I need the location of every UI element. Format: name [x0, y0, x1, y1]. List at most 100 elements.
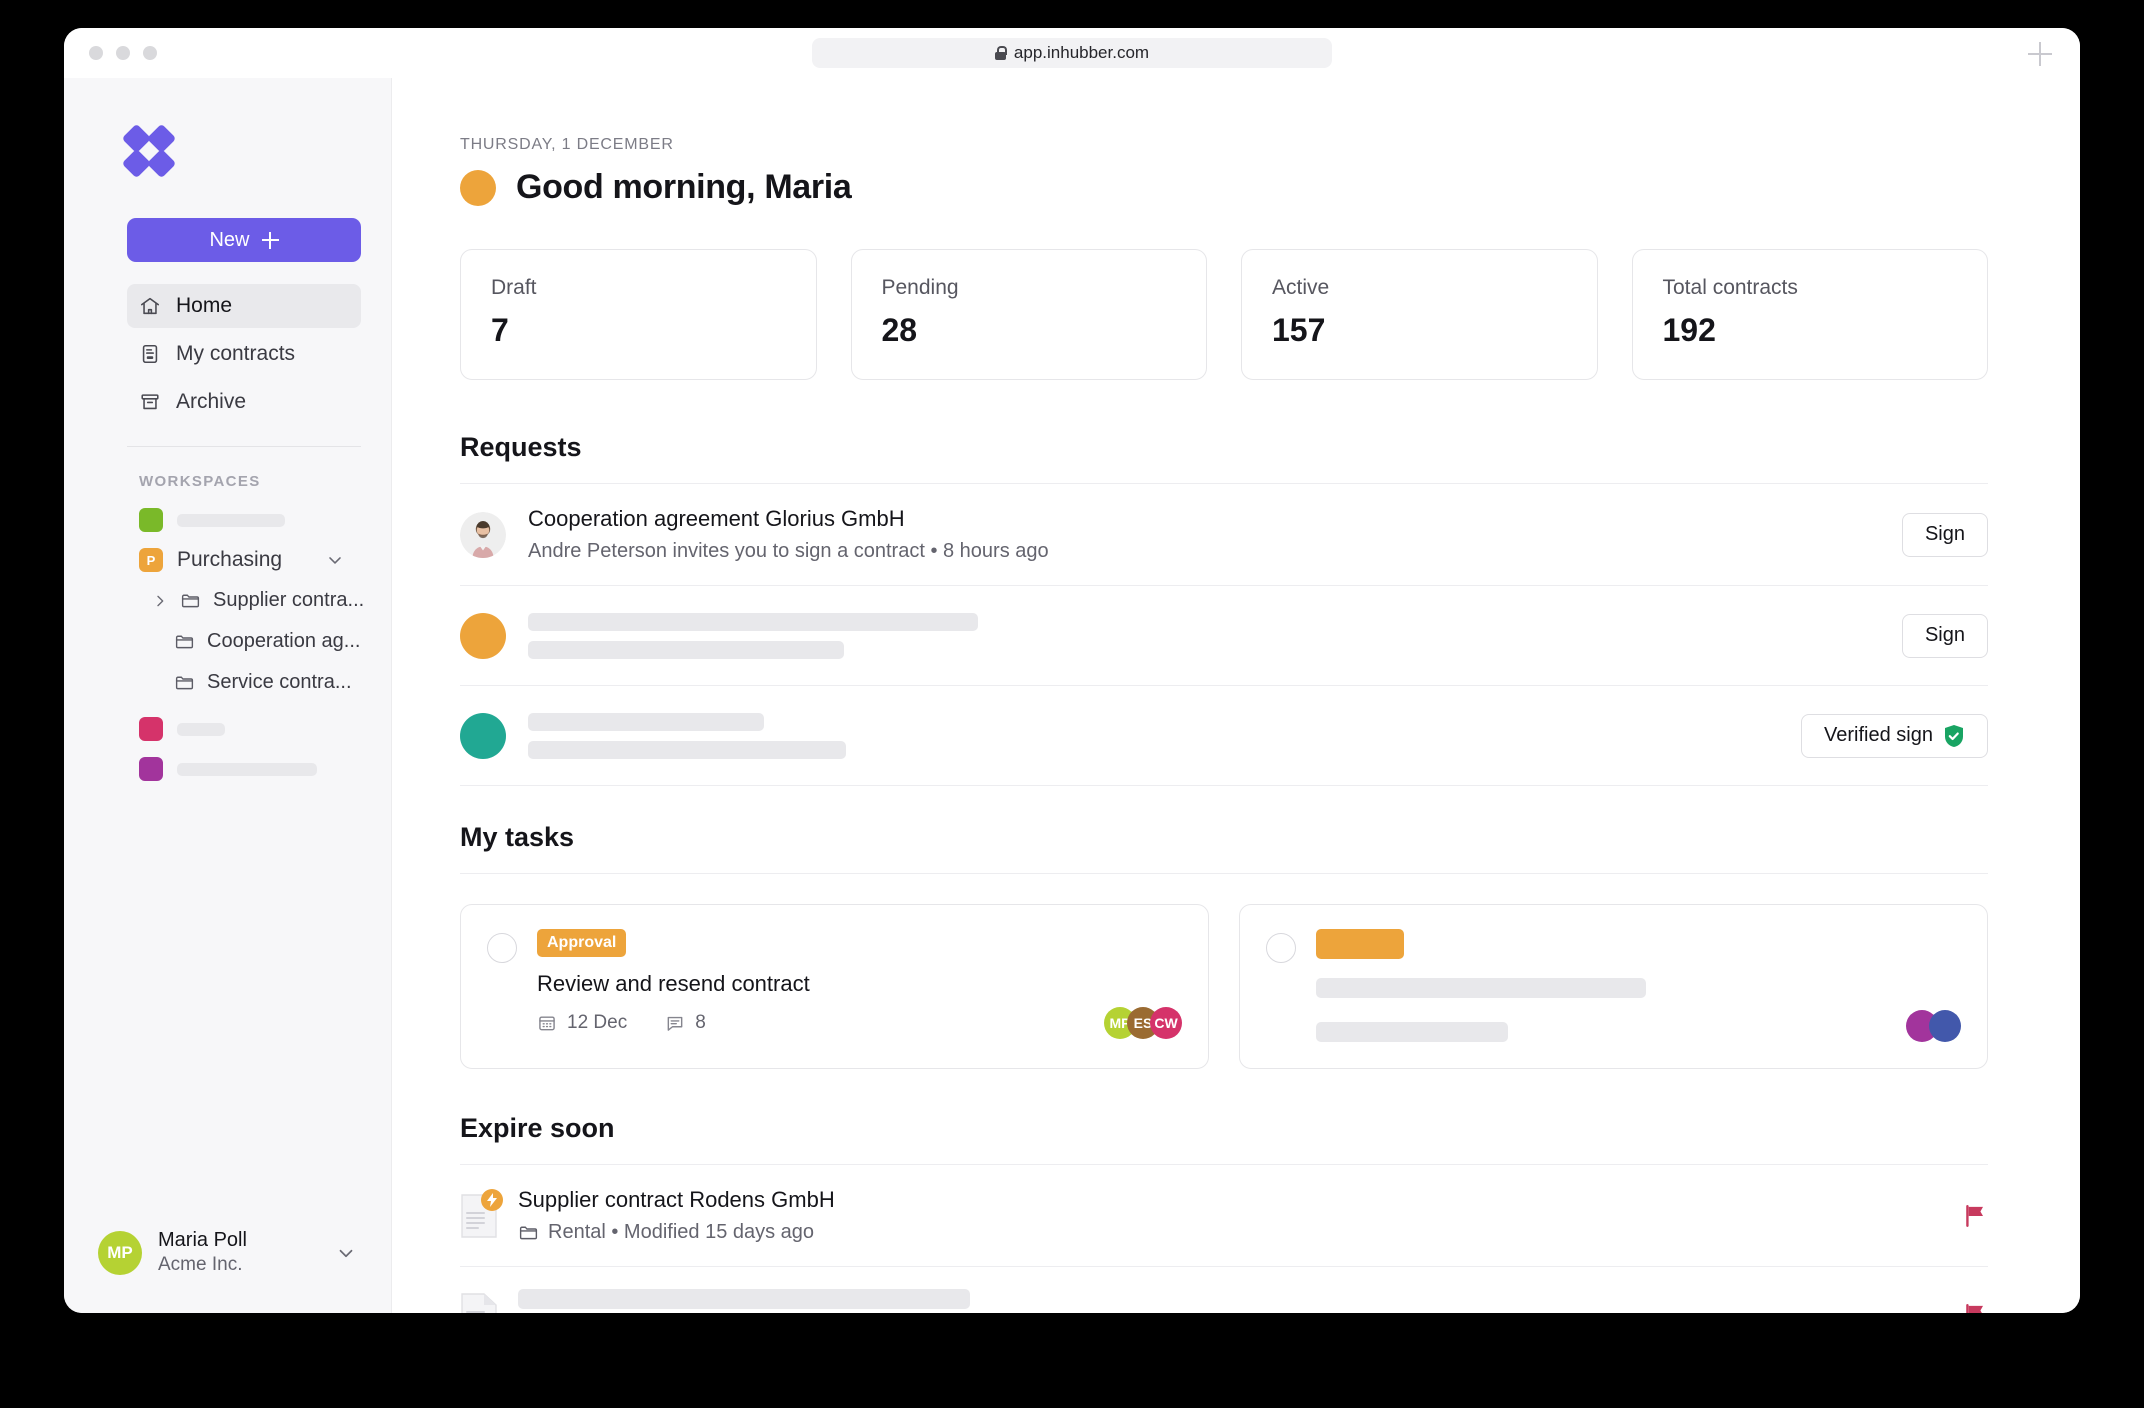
plus-icon: [261, 231, 279, 249]
request-texts: [528, 612, 1902, 659]
sidebar-item-archive[interactable]: Archive: [127, 380, 361, 424]
request-subtitle-placeholder: [528, 640, 844, 659]
stat-card-draft[interactable]: Draft 7: [460, 249, 817, 380]
new-tab-button[interactable]: [2028, 42, 2052, 66]
main-content: THURSDAY, 1 DECEMBER Good morning, Maria…: [392, 78, 2080, 1313]
document-icon: [139, 343, 161, 365]
folder-icon: [174, 631, 195, 652]
sidebar: New Home My contracts Archive WORKSPACES…: [64, 78, 392, 1313]
sidebar-item-label: Home: [176, 294, 233, 317]
folder-icon: [518, 1222, 539, 1243]
workspace-item-placeholder[interactable]: [64, 709, 391, 749]
stat-card-total-contracts[interactable]: Total contracts 192: [1631, 249, 1988, 380]
task-card[interactable]: [1239, 904, 1988, 1069]
page-title: Good morning, Maria: [516, 168, 852, 206]
workspace-item-placeholder[interactable]: [64, 500, 391, 540]
request-subtitle-placeholder: [528, 740, 846, 759]
stat-value: 192: [1662, 312, 1716, 348]
sign-button[interactable]: Sign: [1901, 512, 1988, 557]
stat-value: 157: [1272, 312, 1326, 348]
folder-icon: [180, 590, 201, 611]
verified-shield-icon: [1943, 724, 1965, 748]
home-icon: [139, 295, 161, 317]
sidebar-item-home[interactable]: Home: [127, 284, 361, 328]
maximize-window-button[interactable]: [143, 46, 157, 60]
stat-card-pending[interactable]: Pending 28: [850, 249, 1207, 380]
workspace-label-placeholder: [177, 722, 225, 736]
request-row[interactable]: Sign: [460, 586, 1988, 686]
sidebar-item-label: My contracts: [176, 342, 296, 365]
task-card[interactable]: Approval Review and resend contract 12 D…: [460, 904, 1209, 1069]
window-controls[interactable]: [89, 46, 157, 60]
task-title: Review and resend contract: [537, 971, 810, 996]
expire-title-placeholder: [518, 1289, 970, 1309]
comment-icon: [665, 1013, 685, 1033]
task-checkbox[interactable]: [1266, 933, 1296, 963]
sidebar-item-my-contracts[interactable]: My contracts: [127, 332, 361, 376]
sign-button[interactable]: Sign: [1901, 613, 1988, 658]
workspace-item-placeholder[interactable]: [64, 749, 391, 789]
screen-root: app.inhubber.com New Home My contracts A…: [0, 0, 2144, 1408]
stat-label: Pending: [881, 276, 959, 299]
sign-button-label: Sign: [1924, 523, 1965, 545]
request-title-placeholder: [528, 612, 978, 631]
expire-row[interactable]: [460, 1267, 1988, 1313]
section-rule: [460, 873, 1988, 874]
expire-row[interactable]: Supplier contract Rodens GmbH Rental • M…: [460, 1165, 1988, 1267]
profile-name: Maria Poll: [158, 1229, 247, 1252]
inhubber-logo: [121, 123, 178, 180]
flag-icon[interactable]: [1962, 1203, 1988, 1229]
stat-card-active[interactable]: Active 157: [1241, 249, 1598, 380]
folder-label: Service contra...: [207, 671, 352, 693]
workspace-item-purchasing[interactable]: P Purchasing: [64, 540, 391, 580]
chevron-right-icon[interactable]: [152, 593, 168, 609]
folder-item-cooperation-agreements[interactable]: Cooperation ag...: [64, 621, 391, 662]
stat-value: 7: [491, 312, 509, 348]
request-row[interactable]: Verified sign: [460, 686, 1988, 786]
flag-icon[interactable]: [1962, 1302, 1988, 1313]
verified-sign-button[interactable]: Verified sign: [1801, 713, 1988, 758]
sign-button-label: Sign: [1924, 624, 1965, 646]
task-comment-count: 8: [695, 1012, 706, 1033]
expire-title: Supplier contract Rodens GmbH: [518, 1187, 835, 1212]
task-checkbox[interactable]: [487, 933, 517, 963]
task-date: 12 Dec: [567, 1012, 628, 1033]
lightning-badge-icon: [481, 1188, 503, 1211]
expire-subtitle-wrap: Rental • Modified 15 days ago: [518, 1221, 1962, 1244]
primary-nav: Home My contracts Archive: [127, 284, 361, 428]
sidebar-divider: [127, 446, 361, 447]
workspace-color-swatch: [139, 717, 163, 741]
requests-section-title: Requests: [460, 432, 582, 462]
avatar: [460, 712, 506, 759]
address-bar[interactable]: app.inhubber.com: [812, 38, 1332, 68]
current-date: THURSDAY, 1 DECEMBER: [460, 136, 674, 153]
avatar: MP: [98, 1230, 142, 1275]
task-assignees[interactable]: [1906, 1010, 1961, 1042]
minimize-window-button[interactable]: [116, 46, 130, 60]
user-profile-menu[interactable]: MP Maria Poll Acme Inc.: [82, 1216, 373, 1289]
chevron-down-icon[interactable]: [325, 550, 345, 570]
document-icon: [460, 1188, 503, 1239]
new-button-label: New: [209, 228, 250, 251]
stat-label: Active: [1272, 276, 1330, 299]
new-button[interactable]: New: [127, 218, 361, 262]
workspaces-label: WORKSPACES: [139, 473, 261, 490]
request-row[interactable]: Cooperation agreement Glorius GmbH Andre…: [460, 484, 1988, 586]
chevron-down-icon[interactable]: [335, 1242, 357, 1264]
avatar: CW: [1150, 1007, 1182, 1039]
tasks-grid: Approval Review and resend contract 12 D…: [460, 904, 1988, 1069]
task-title-placeholder: [1316, 978, 1646, 998]
task-meta: 12 Dec 8 MP ES CW: [537, 1007, 1182, 1039]
tasks-section-title: My tasks: [460, 822, 575, 852]
browser-titlebar: app.inhubber.com: [64, 28, 2080, 78]
verified-sign-button-label: Verified sign: [1824, 724, 1933, 746]
workspace-label-placeholder: [177, 762, 317, 776]
folder-item-service-contracts[interactable]: Service contra...: [64, 662, 391, 703]
task-assignees[interactable]: MP ES CW: [1104, 1007, 1182, 1039]
workspace-label-placeholder: [177, 513, 285, 527]
workspace-color-swatch: [139, 757, 163, 781]
close-window-button[interactable]: [89, 46, 103, 60]
app-body: New Home My contracts Archive WORKSPACES…: [64, 78, 2080, 1313]
folder-item-supplier-contracts[interactable]: Supplier contra...: [64, 580, 391, 621]
folder-icon: [174, 672, 195, 693]
